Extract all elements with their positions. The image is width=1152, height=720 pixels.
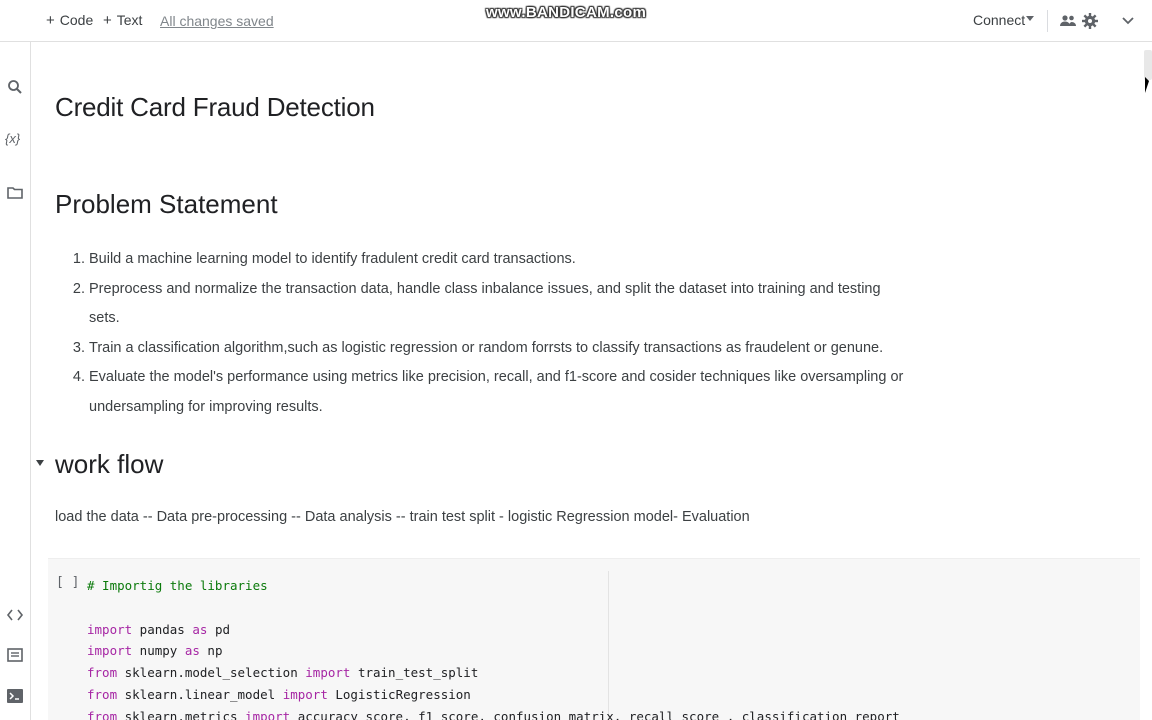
code-cell[interactable]: [ ] # Importig the libraries import pand… bbox=[48, 558, 1140, 720]
code-line: from sklearn.metrics import accuracy_sco… bbox=[87, 708, 900, 720]
terminal-icon[interactable] bbox=[6, 687, 24, 705]
code-snippets-icon[interactable] bbox=[6, 606, 24, 624]
notebook-title: Credit Card Fraud Detection bbox=[55, 92, 375, 122]
notebook-body: Credit Card Fraud Detection Problem Stat… bbox=[31, 42, 1152, 720]
search-icon[interactable] bbox=[6, 78, 24, 96]
gear-icon[interactable] bbox=[1081, 12, 1099, 30]
workflow-text: load the data -- Data pre-processing -- … bbox=[55, 509, 750, 525]
command-palette-icon[interactable] bbox=[6, 646, 24, 664]
code-line: import pandas as pd bbox=[87, 621, 231, 637]
left-rail: {x} bbox=[0, 0, 31, 720]
problem-statement-heading: Problem Statement bbox=[55, 189, 278, 219]
connect-dropdown-caret-icon[interactable] bbox=[1026, 16, 1034, 21]
recording-watermark: www.BANDICAM.com bbox=[486, 4, 647, 21]
add-code-cell-button[interactable]: + Code bbox=[46, 12, 93, 29]
section-collapse-icon[interactable] bbox=[36, 460, 44, 466]
problem-steps-list: Build a machine learning model to identi… bbox=[89, 245, 909, 422]
code-editor[interactable]: # Importig the libraries import pandas a… bbox=[87, 575, 900, 720]
code-comment: # Importig the libraries bbox=[87, 578, 268, 593]
people-icon[interactable] bbox=[1059, 12, 1077, 30]
scrollbar-thumb[interactable] bbox=[1144, 50, 1152, 80]
list-item: Preprocess and normalize the transaction… bbox=[89, 275, 909, 334]
code-line: from sklearn.linear_model import Logisti… bbox=[87, 686, 471, 702]
list-item: Build a machine learning model to identi… bbox=[89, 245, 909, 275]
code-line: import numpy as np bbox=[87, 643, 223, 659]
plus-icon: + bbox=[46, 12, 55, 29]
variables-icon-label: {x} bbox=[5, 131, 21, 146]
mouse-cursor-icon bbox=[1145, 77, 1149, 93]
add-code-label: Code bbox=[59, 12, 94, 28]
connect-button[interactable]: Connect bbox=[973, 12, 1025, 28]
list-item: Evaluate the model's performance using m… bbox=[89, 363, 909, 422]
workflow-heading: work flow bbox=[55, 449, 164, 479]
add-text-cell-button[interactable]: + Text bbox=[103, 12, 142, 29]
plus-icon: + bbox=[103, 12, 112, 29]
code-line: from sklearn.model_selection import trai… bbox=[87, 665, 479, 681]
toolbar-divider bbox=[1047, 10, 1048, 32]
add-text-label: Text bbox=[116, 12, 143, 28]
list-item: Train a classification algorithm,such as… bbox=[89, 334, 909, 364]
run-cell-button[interactable]: [ ] bbox=[56, 575, 79, 590]
chevron-down-icon[interactable] bbox=[1119, 12, 1137, 30]
variables-icon[interactable]: {x} bbox=[5, 130, 27, 148]
folder-icon[interactable] bbox=[6, 184, 24, 202]
save-status-link[interactable]: All changes saved bbox=[160, 13, 274, 29]
top-toolbar: + Code + Text All changes saved www.BANDIC… bbox=[0, 0, 1152, 42]
